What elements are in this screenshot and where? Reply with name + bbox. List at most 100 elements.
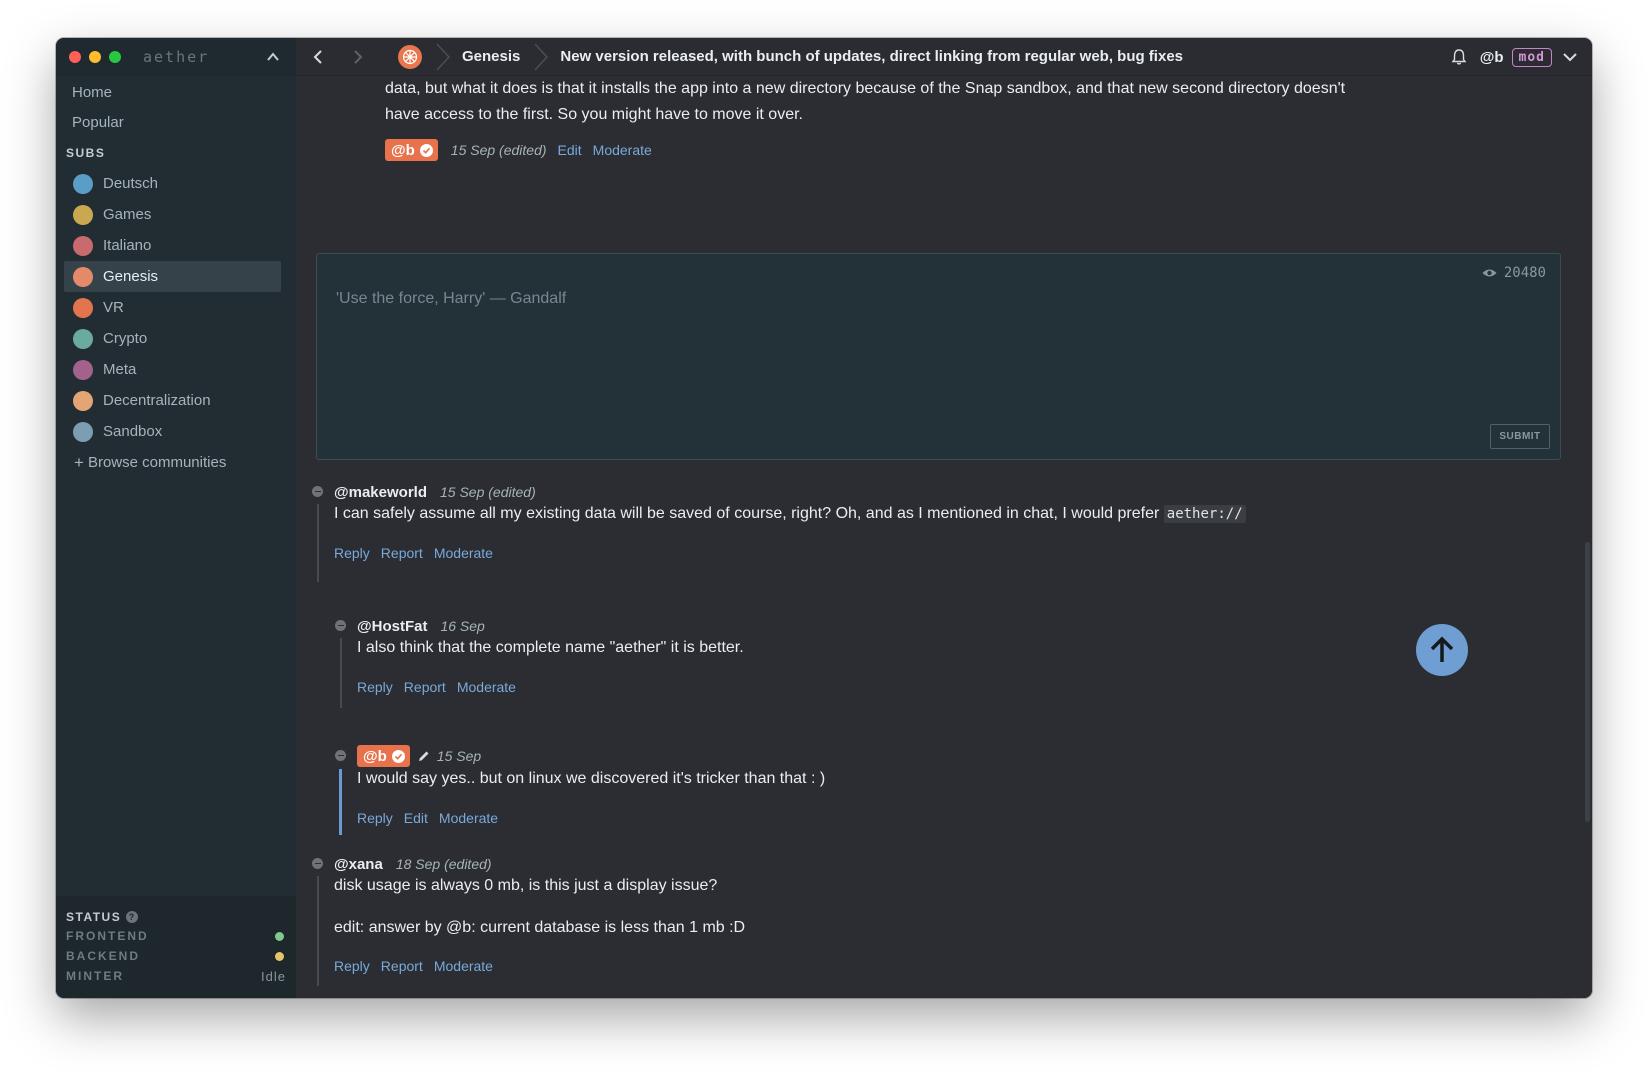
moderate-button[interactable]: Moderate (457, 679, 516, 695)
comment-date: 15 Sep (436, 748, 482, 764)
sub-item-label: Decentralization (103, 392, 211, 409)
reply-button[interactable]: Reply (357, 679, 393, 695)
community-avatar-icon (73, 173, 93, 194)
verified-check-icon (391, 749, 405, 763)
user-handle[interactable]: @b (1480, 49, 1504, 66)
thread-content: data, but what it does is that it instal… (296, 76, 1592, 998)
scroll-to-top-button[interactable] (1416, 624, 1468, 676)
moderate-button[interactable]: Moderate (593, 142, 652, 158)
forward-arrow-icon[interactable] (348, 48, 366, 66)
close-window-button[interactable] (69, 51, 81, 63)
back-arrow-icon[interactable] (310, 48, 328, 66)
community-logo-icon[interactable] (398, 44, 422, 69)
sub-item-label: Games (103, 206, 152, 223)
minimize-window-button[interactable] (89, 51, 101, 63)
comment-author[interactable]: @HostFat (357, 618, 427, 635)
collapse-thread-icon[interactable] (335, 750, 346, 761)
comment-header: @b 15 Sep (357, 744, 481, 768)
reply-composer[interactable]: 20480 'Use the force, Harry' — Gandalf S… (316, 253, 1561, 460)
reply-button[interactable]: Reply (357, 810, 393, 826)
sub-item-label: Sandbox (103, 423, 163, 440)
sub-item-sandbox[interactable]: Sandbox (64, 416, 281, 447)
topbar: Genesis New version released, with bunch… (296, 38, 1592, 76)
status-row-frontend: FRONTEND (66, 926, 286, 946)
verified-check-icon (419, 143, 433, 157)
edit-button[interactable]: Edit (558, 142, 582, 158)
app-name: aether (143, 48, 210, 66)
community-avatar-icon (73, 297, 93, 318)
help-icon[interactable]: ? (126, 911, 139, 923)
reply-button[interactable]: Reply (334, 958, 370, 974)
post-body: data, but what it does is that it instal… (385, 80, 1346, 123)
maximize-window-button[interactable] (109, 51, 121, 63)
collapse-thread-icon[interactable] (335, 620, 346, 631)
scrollbar[interactable] (1585, 542, 1590, 822)
comment-author[interactable]: @makeworld (334, 484, 427, 501)
thread-line[interactable] (340, 638, 342, 708)
comment-actions: Reply Report Moderate (334, 958, 493, 974)
comment-text: I can safely assume all my existing data… (334, 505, 1160, 522)
sub-item-vr[interactable]: VR (64, 292, 281, 323)
comment-body: I can safely assume all my existing data… (334, 505, 1246, 523)
status-indicator-icon (275, 951, 284, 961)
sub-item-crypto[interactable]: Crypto (64, 323, 281, 354)
browse-communities-link[interactable]: + Browse communities (56, 447, 296, 478)
community-avatar-icon (73, 266, 93, 287)
report-button[interactable]: Report (381, 958, 423, 974)
thread-line[interactable] (317, 876, 319, 986)
own-user-badge[interactable]: @b (357, 745, 410, 767)
community-avatar-icon (73, 204, 93, 225)
comment-author[interactable]: @xana (334, 856, 383, 873)
report-button[interactable]: Report (381, 545, 423, 561)
comment: @xana 18 Sep (edited) disk usage is alwa… (312, 854, 1112, 994)
comment-actions: Reply Report Moderate (334, 545, 493, 561)
comment-body-edit-note: edit: answer by @b: current database is … (334, 919, 746, 936)
status-label: MINTER (66, 969, 124, 983)
moderate-button[interactable]: Moderate (434, 545, 493, 561)
community-avatar-icon (73, 359, 93, 380)
moderate-button[interactable]: Moderate (439, 810, 498, 826)
edit-button[interactable]: Edit (404, 810, 428, 826)
comment-body: disk usage is always 0 mb, is this just … (334, 877, 718, 894)
sub-item-games[interactable]: Games (64, 199, 281, 230)
status-indicator-icon (275, 931, 284, 941)
sub-item-genesis[interactable]: Genesis (64, 261, 281, 292)
bell-icon[interactable] (1450, 48, 1468, 66)
thread-line[interactable] (339, 769, 342, 835)
moderate-button[interactable]: Moderate (434, 958, 493, 974)
breadcrumb-community[interactable]: Genesis (462, 48, 520, 65)
comment-header: @makeworld 15 Sep (edited) (334, 482, 536, 502)
chevron-down-icon[interactable] (1562, 49, 1578, 65)
post-meta: @b 15 Sep (edited) Edit Moderate (385, 139, 652, 161)
sub-item-italiano[interactable]: Italiano (64, 230, 281, 261)
community-avatar-icon (73, 421, 93, 442)
collapse-thread-icon[interactable] (312, 858, 323, 869)
status-label: BACKEND (66, 949, 140, 963)
author-name: @b (391, 141, 415, 159)
chevron-up-icon[interactable] (266, 50, 280, 64)
sub-item-label: Crypto (103, 330, 148, 347)
comment-actions: Reply Report Moderate (357, 679, 516, 695)
report-button[interactable]: Report (404, 679, 446, 695)
own-user-badge[interactable]: @b (385, 139, 438, 161)
sub-item-label: Deutsch (103, 175, 159, 192)
role-badge: mod (1511, 47, 1552, 67)
collapse-thread-icon[interactable] (312, 486, 323, 497)
nav-popular[interactable]: Popular (56, 108, 296, 138)
sub-item-decentralization[interactable]: Decentralization (64, 385, 281, 416)
nav-home[interactable]: Home (56, 78, 296, 108)
sub-item-meta[interactable]: Meta (64, 354, 281, 385)
window-titlebar: aether (56, 38, 296, 76)
composer-placeholder[interactable]: 'Use the force, Harry' — Gandalf (336, 290, 566, 308)
community-avatar-icon (73, 328, 93, 349)
app-window: aether Home Popular SUBS Deutsch Games I… (56, 38, 1592, 998)
main-panel: Genesis New version released, with bunch… (296, 38, 1592, 998)
submit-button[interactable]: SUBMIT (1490, 424, 1550, 449)
comment-header: @HostFat 16 Sep (357, 616, 485, 636)
sub-item-deutsch[interactable]: Deutsch (64, 168, 281, 199)
breadcrumb-thread-title[interactable]: New version released, with bunch of upda… (560, 48, 1183, 65)
comment-reply: @HostFat 16 Sep I also think that the co… (335, 616, 1135, 708)
sub-item-label: VR (103, 299, 124, 316)
reply-button[interactable]: Reply (334, 545, 370, 561)
thread-line[interactable] (317, 504, 319, 582)
